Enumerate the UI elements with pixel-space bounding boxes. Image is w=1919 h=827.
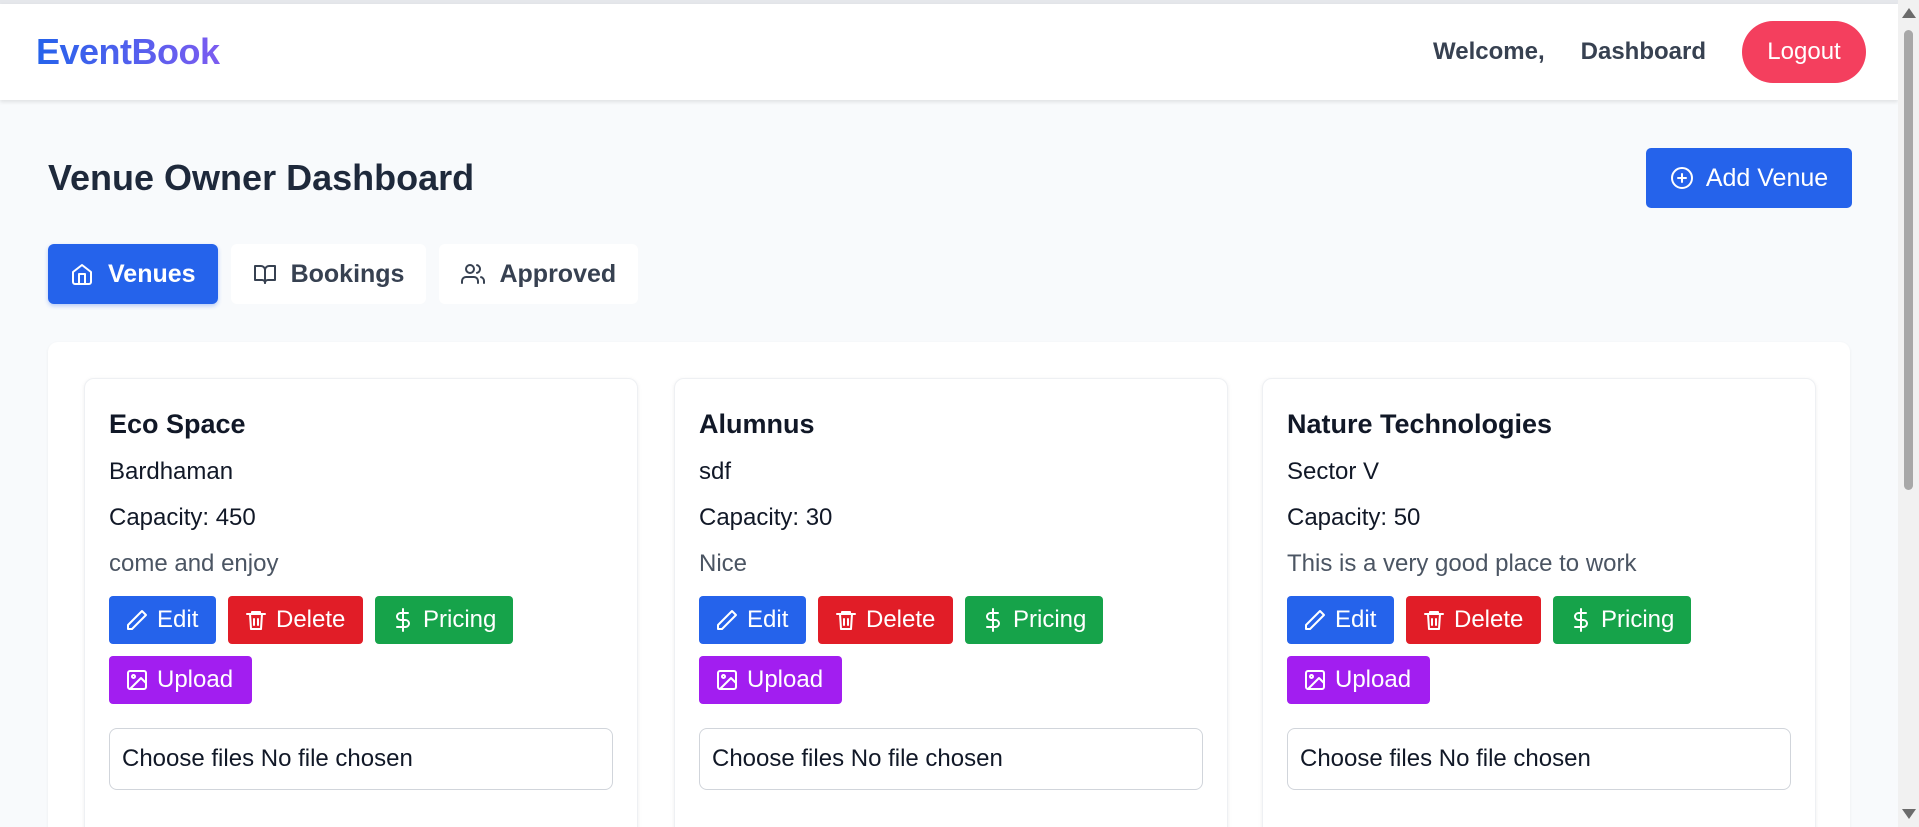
file-input[interactable]: Choose files No file chosen	[109, 728, 613, 790]
dashboard-link[interactable]: Dashboard	[1581, 38, 1706, 66]
nav-right: Welcome, Dashboard Logout	[1433, 21, 1866, 83]
image-icon	[717, 670, 737, 690]
tab-label: Approved	[499, 259, 617, 288]
dollar-icon	[986, 608, 1000, 632]
edit-button[interactable]: Edit	[1287, 596, 1394, 644]
trash-icon	[246, 611, 266, 630]
venue-actions: Edit Delete Pricing Upload	[109, 596, 529, 704]
page-title: Venue Owner Dashboard	[48, 157, 475, 198]
venue-capacity: Capacity: 50	[1287, 504, 1421, 531]
scroll-down-arrow-icon[interactable]	[1902, 809, 1916, 819]
pencil-icon	[717, 610, 737, 630]
delete-button[interactable]: Delete	[818, 596, 953, 644]
edit-label: Edit	[157, 606, 199, 633]
pricing-button[interactable]: Pricing	[1553, 596, 1691, 644]
venue-name: Eco Space	[109, 409, 246, 439]
venue-name: Alumnus	[699, 409, 815, 439]
welcome-text: Welcome,	[1433, 38, 1545, 65]
pricing-label: Pricing	[423, 606, 497, 633]
upload-button[interactable]: Upload	[1287, 656, 1430, 704]
upload-label: Upload	[1335, 666, 1412, 693]
scrollbar[interactable]	[1898, 0, 1919, 827]
home-icon	[72, 264, 92, 285]
file-input[interactable]: Choose files No file chosen	[1287, 728, 1791, 790]
upload-label: Upload	[747, 666, 824, 693]
venue-card: Alumnus sdf Capacity: 30 Nice Edit Delet…	[674, 378, 1228, 827]
plus-circle-icon	[1670, 167, 1693, 189]
add-venue-button[interactable]: Add Venue	[1646, 148, 1852, 208]
edit-label: Edit	[1335, 606, 1377, 633]
venue-actions: Edit Delete Pricing Upload	[699, 596, 1119, 704]
file-input[interactable]: Choose files No file chosen	[699, 728, 1203, 790]
venue-name: Nature Technologies	[1287, 409, 1553, 439]
dollar-icon	[396, 608, 410, 632]
venue-description: This is a very good place to work	[1287, 550, 1637, 577]
delete-button[interactable]: Delete	[228, 596, 363, 644]
delete-label: Delete	[276, 606, 346, 633]
venue-actions: Edit Delete Pricing Upload	[1287, 596, 1707, 704]
pricing-label: Pricing	[1601, 606, 1675, 633]
tab-bookings[interactable]: Bookings	[230, 244, 427, 304]
delete-button[interactable]: Delete	[1406, 596, 1541, 644]
tab-label: Bookings	[290, 259, 405, 288]
scroll-up-arrow-icon[interactable]	[1902, 8, 1916, 18]
pricing-label: Pricing	[1013, 606, 1087, 633]
page-header: Venue Owner Dashboard Add Venue	[48, 148, 1852, 208]
edit-button[interactable]: Edit	[109, 596, 216, 644]
book-icon	[253, 265, 276, 284]
users-icon	[461, 264, 486, 284]
trash-icon	[836, 611, 856, 630]
venue-description: come and enjoy	[109, 550, 279, 577]
pricing-button[interactable]: Pricing	[965, 596, 1103, 644]
main-content: Venue Owner Dashboard Add Venue Venues B…	[48, 100, 1852, 827]
pricing-button[interactable]: Pricing	[375, 596, 513, 644]
venue-description: Nice	[699, 550, 748, 577]
venue-capacity: Capacity: 30	[699, 504, 833, 531]
venue-capacity: Capacity: 450	[109, 504, 256, 531]
venue-location: sdf	[699, 458, 732, 485]
tab-approved[interactable]: Approved	[439, 244, 639, 304]
upload-button[interactable]: Upload	[109, 656, 252, 704]
scroll-thumb[interactable]	[1904, 30, 1913, 490]
trash-icon	[1424, 611, 1444, 630]
upload-button[interactable]: Upload	[699, 656, 842, 704]
tab-label: Venues	[108, 259, 196, 288]
pencil-icon	[1305, 610, 1325, 630]
image-icon	[127, 670, 147, 690]
delete-label: Delete	[866, 606, 936, 633]
edit-button[interactable]: Edit	[699, 596, 806, 644]
dollar-icon	[1574, 608, 1588, 632]
tab-bar: Venues Bookings Approved	[48, 244, 1850, 304]
upload-label: Upload	[157, 666, 234, 693]
venues-panel: Eco Space Bardhaman Capacity: 450 come a…	[48, 342, 1850, 827]
venue-location: Sector V	[1287, 458, 1380, 485]
edit-label: Edit	[747, 606, 789, 633]
add-venue-label: Add Venue	[1705, 163, 1829, 192]
venue-card: Eco Space Bardhaman Capacity: 450 come a…	[84, 378, 638, 827]
pencil-icon	[127, 610, 147, 630]
venue-location: Bardhaman	[109, 458, 234, 485]
logout-button[interactable]: Logout	[1742, 21, 1866, 83]
navbar: EventBook Welcome, Dashboard Logout	[0, 4, 1898, 100]
delete-label: Delete	[1454, 606, 1524, 633]
tab-venues[interactable]: Venues	[48, 244, 218, 304]
venue-card: Nature Technologies Sector V Capacity: 5…	[1262, 378, 1816, 827]
brand-logo[interactable]: EventBook	[36, 31, 220, 73]
image-icon	[1305, 670, 1325, 690]
